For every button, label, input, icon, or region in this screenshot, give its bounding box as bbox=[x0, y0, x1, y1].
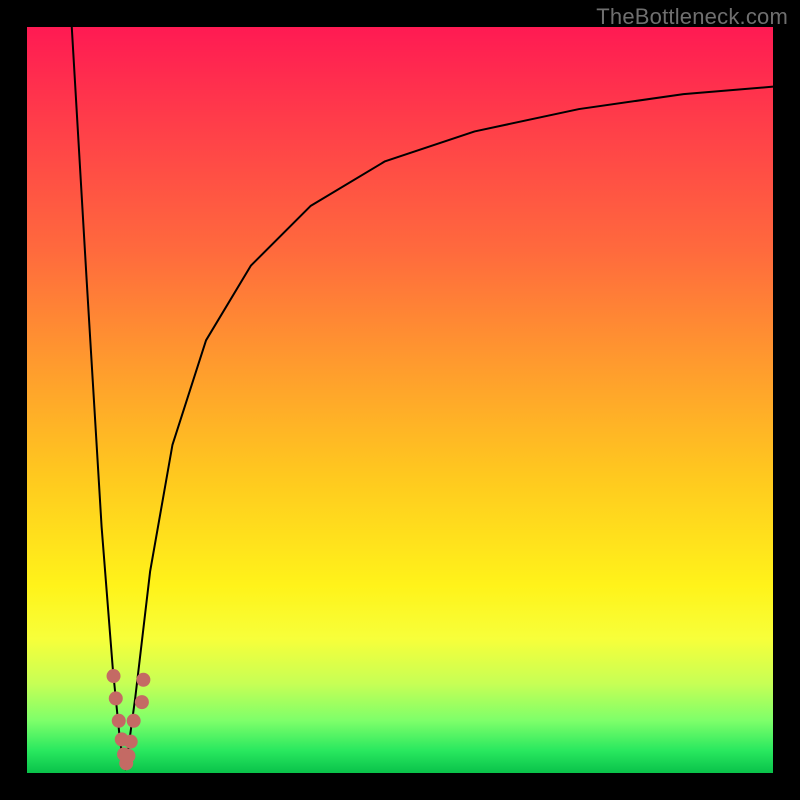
watermark-text: TheBottleneck.com bbox=[596, 4, 788, 30]
marker-point bbox=[136, 673, 150, 687]
series-left-branch bbox=[72, 27, 126, 769]
marker-point bbox=[135, 695, 149, 709]
marker-point bbox=[124, 735, 138, 749]
marker-point bbox=[121, 749, 135, 763]
chart-frame: TheBottleneck.com bbox=[0, 0, 800, 800]
marker-point bbox=[107, 669, 121, 683]
chart-svg bbox=[27, 27, 773, 773]
series-right-branch bbox=[125, 87, 773, 770]
marker-point bbox=[127, 714, 141, 728]
plot-area bbox=[27, 27, 773, 773]
marker-point bbox=[109, 691, 123, 705]
marker-point bbox=[112, 714, 126, 728]
